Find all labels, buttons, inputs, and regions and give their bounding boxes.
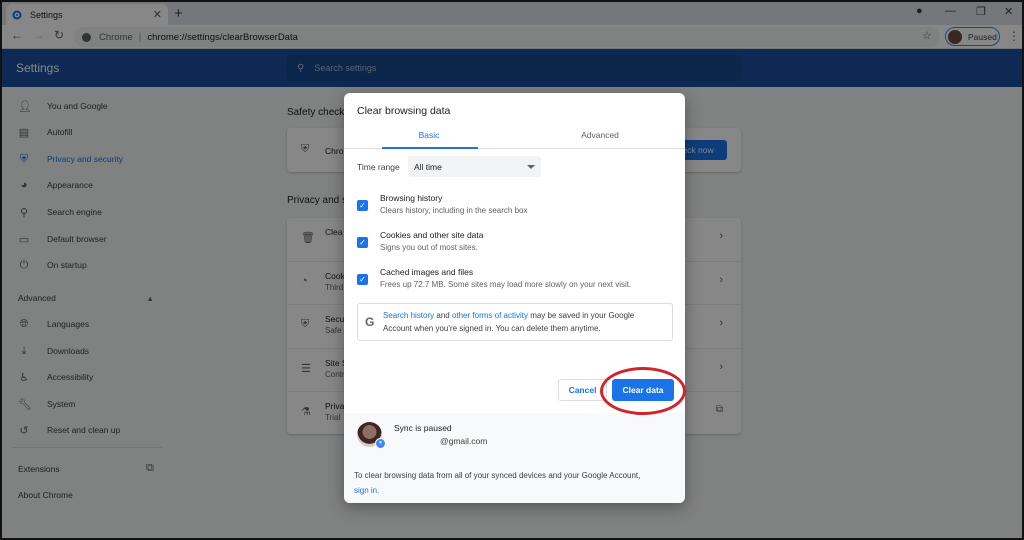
option-cookies: ✓ Cookies and other site data Signs you … bbox=[357, 230, 677, 260]
note-and: and bbox=[434, 311, 452, 320]
time-range-value: All time bbox=[414, 161, 442, 172]
option-subtitle: Frees up 72.7 MB. Some sites may load mo… bbox=[380, 280, 632, 289]
browsing-history-checkbox[interactable]: ✓ bbox=[357, 200, 368, 211]
option-title: Cached images and files bbox=[380, 267, 474, 277]
option-cached-images: ✓ Cached images and files Frees up 72.7 … bbox=[357, 267, 677, 297]
time-range-label: Time range bbox=[357, 162, 400, 172]
tab-advanced[interactable]: Advanced bbox=[515, 130, 685, 140]
sign-in-link[interactable]: sign in. bbox=[354, 486, 379, 495]
option-title: Browsing history bbox=[380, 193, 443, 203]
option-browsing-history: ✓ Browsing history Clears history, inclu… bbox=[357, 193, 677, 223]
sync-status: Sync is paused bbox=[394, 423, 452, 433]
note-line-1: Search history and other forms of activi… bbox=[383, 311, 634, 320]
cached-images-checkbox[interactable]: ✓ bbox=[357, 274, 368, 285]
option-title: Cookies and other site data bbox=[380, 230, 484, 240]
note-rest: may be saved in your Google bbox=[527, 311, 635, 320]
dialog-tabs: Basic Advanced bbox=[344, 124, 685, 149]
google-activity-note: G Search history and other forms of acti… bbox=[357, 303, 673, 341]
google-g-icon: G bbox=[365, 315, 375, 329]
account-email: @gmail.com bbox=[394, 436, 487, 446]
tab-basic[interactable]: Basic bbox=[344, 130, 514, 140]
cookies-checkbox[interactable]: ✓ bbox=[357, 237, 368, 248]
time-range-select[interactable]: All time bbox=[408, 156, 541, 177]
note-line-2: Account when you're signed in. You can d… bbox=[383, 324, 601, 333]
sync-footer-text: To clear browsing data from all of your … bbox=[354, 471, 641, 480]
active-tab-indicator bbox=[382, 147, 478, 149]
sync-footer: To clear browsing data from all of your … bbox=[354, 468, 679, 498]
other-activity-link[interactable]: other forms of activity bbox=[452, 311, 528, 320]
browser-window: Settings ✕ + ● — ❐ ✕ ← → ↻ Chrome | chro… bbox=[0, 0, 1024, 540]
option-subtitle: Signs you out of most sites. bbox=[380, 243, 478, 252]
email-domain: @gmail.com bbox=[440, 436, 488, 446]
option-subtitle: Clears history, including in the search … bbox=[380, 206, 528, 215]
highlight-circle-annotation bbox=[600, 367, 686, 415]
search-history-link[interactable]: Search history bbox=[383, 311, 434, 320]
sync-section: ⏸ Sync is paused @gmail.com To clear bro… bbox=[344, 413, 685, 503]
dropdown-arrow-icon bbox=[527, 164, 535, 169]
clear-browsing-data-dialog: Clear browsing data Basic Advanced Time … bbox=[344, 93, 685, 503]
dialog-title: Clear browsing data bbox=[357, 105, 451, 117]
sync-paused-badge-icon: ⏸ bbox=[375, 438, 386, 449]
